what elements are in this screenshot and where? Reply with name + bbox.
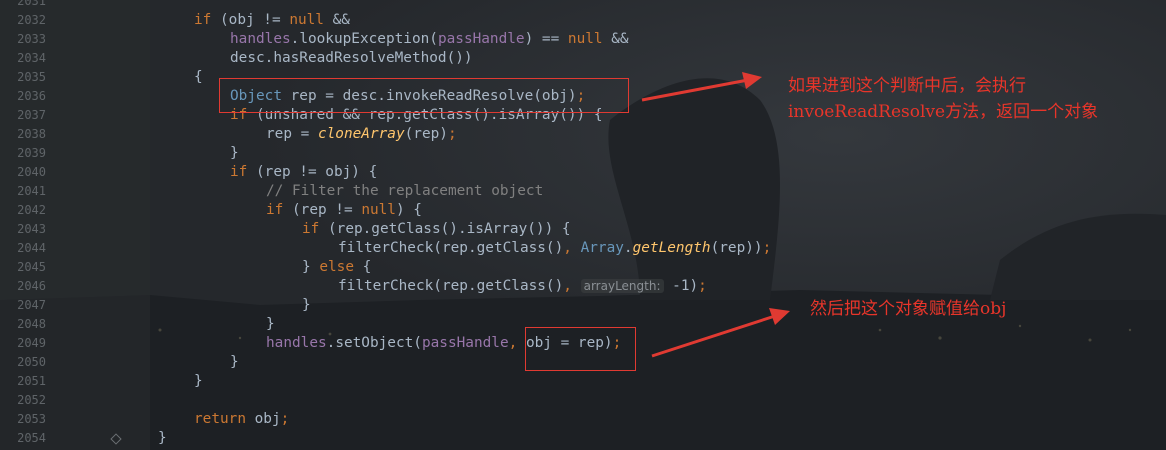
code-editor[interactable]: 2031 2032 2033 2034 2035 2036 2037 2038 2039 2040… [0, 0, 1166, 450]
arrow-icon-2 [651, 308, 790, 358]
annotation-note-2: 然后把这个对象赋值给obj [810, 299, 1007, 319]
arrow-icon-1 [641, 72, 762, 102]
annotation-note-1-line-2: invoeReadResolve方法，返回一个对象 [788, 102, 1099, 122]
annotation-note-1-line-1: 如果进到这个判断中后，会执行 [788, 76, 1026, 96]
annotation-arrows [641, 72, 790, 358]
